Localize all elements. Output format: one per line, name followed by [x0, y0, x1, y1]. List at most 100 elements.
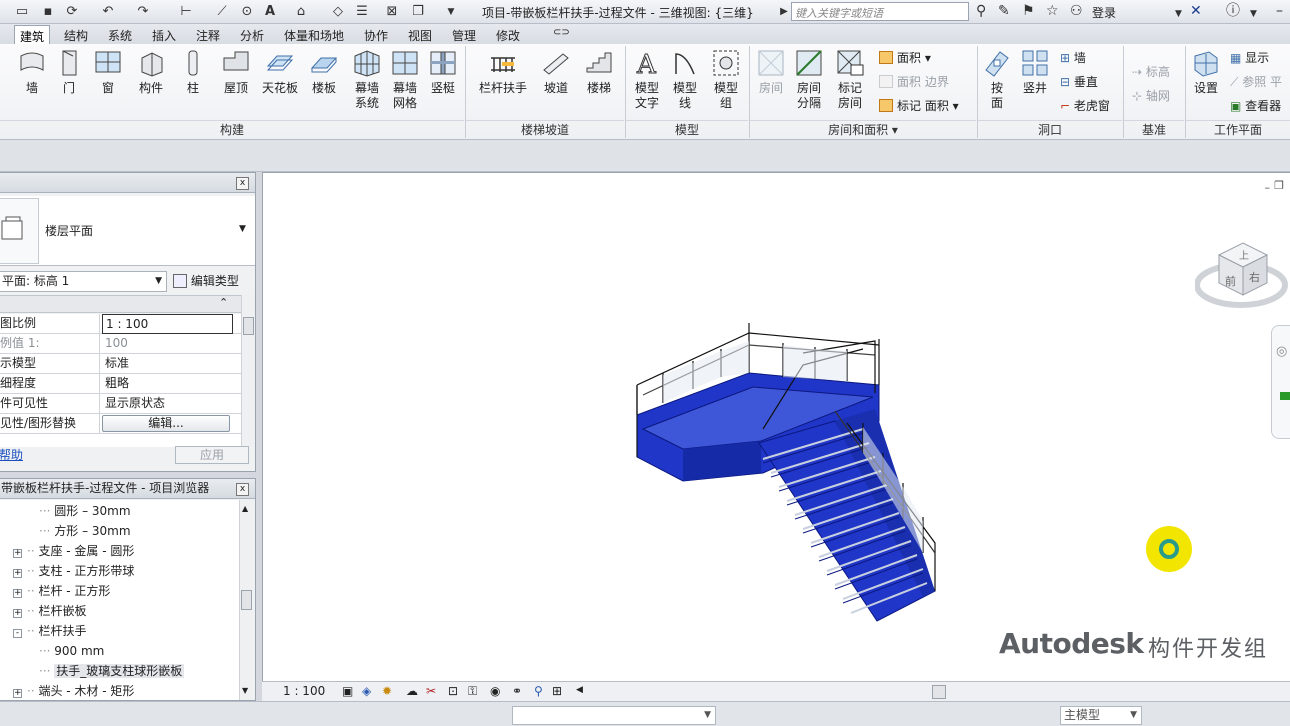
redo-icon[interactable]: ↷ — [135, 4, 151, 20]
tab-systems[interactable]: 系统 — [103, 25, 137, 44]
analytical-model-icon[interactable]: ⊞ — [552, 684, 562, 698]
tag-icon[interactable]: ⊙ — [239, 4, 255, 20]
ref-plane-button[interactable]: ⟋ 参照 平 — [1230, 74, 1282, 90]
grid-button[interactable]: ⊹ 轴网 — [1132, 88, 1170, 104]
help-link[interactable]: 帮助 — [0, 447, 23, 463]
expand-icon[interactable]: + — [13, 689, 22, 698]
zoom-icon[interactable] — [1280, 392, 1290, 400]
level-button[interactable]: ⇢ 标高 — [1132, 64, 1170, 80]
property-value[interactable]: 显示原状态 — [102, 394, 230, 414]
dimension-icon[interactable]: ⟋ — [214, 4, 230, 20]
set-workplane-button[interactable]: 设置 — [1188, 48, 1224, 96]
tree-item[interactable]: + ·· 支柱 - 正方形带球 — [13, 562, 134, 580]
view-scale-input[interactable]: 1 : 100 — [102, 314, 233, 334]
tab-manage[interactable]: 管理 — [447, 25, 481, 44]
tab-collaborate[interactable]: 协作 — [359, 25, 393, 44]
tab-structure[interactable]: 结构 — [59, 25, 93, 44]
tab-architecture[interactable]: 建筑 — [14, 25, 51, 44]
window-button[interactable]: 窗 — [92, 48, 124, 96]
ribbon-minimize-icon[interactable]: ⊂⊃ — [548, 25, 575, 44]
room-button[interactable]: 房间 — [754, 48, 788, 96]
show-workplane-button[interactable]: ▦ 显示 — [1230, 50, 1269, 66]
expand-icon[interactable]: + — [13, 569, 22, 578]
expand-icon[interactable]: + — [13, 609, 22, 618]
section-icon[interactable]: ◇ — [330, 4, 346, 20]
view-selector[interactable]: 平面: 标高 1 ▼ — [0, 271, 167, 292]
type-dropdown-icon[interactable]: ▼ — [239, 224, 246, 234]
ramp-button[interactable]: 坡道 — [538, 48, 574, 96]
detail-level-icon[interactable]: ▣ — [342, 684, 353, 698]
tree-item[interactable]: ··· 900 mm — [39, 642, 104, 660]
favorites-icon[interactable]: ☆ — [1046, 3, 1059, 19]
show-crop-icon[interactable]: ⊡ — [448, 684, 458, 698]
roof-button[interactable]: 屋顶 — [218, 48, 254, 96]
wall-button[interactable]: 墙 — [14, 48, 50, 96]
navigation-bar[interactable]: ◎ — [1271, 325, 1290, 439]
exchange-icon[interactable]: ✕ — [1190, 3, 1202, 19]
tab-massing-site[interactable]: 体量和场地 — [279, 25, 349, 44]
expand-icon[interactable]: + — [13, 549, 22, 558]
close-icon[interactable]: x — [236, 483, 249, 496]
curtain-system-button[interactable]: 幕墙系统 — [350, 48, 384, 111]
view-scale[interactable]: 1 : 100 — [283, 684, 325, 698]
tree-item[interactable]: + ·· 支座 - 金属 - 圆形 — [13, 542, 134, 560]
model-text-button[interactable]: A 模型文字 — [630, 48, 664, 111]
open-icon[interactable]: ▭ — [14, 4, 30, 20]
scroll-down-icon[interactable]: ▼ — [242, 686, 248, 695]
tag-room-button[interactable]: 标记房间 — [832, 48, 868, 111]
sync-icon[interactable]: ⟳ — [64, 4, 80, 20]
visual-style-icon[interactable]: ◈ — [362, 684, 371, 698]
tree-item[interactable]: ··· 方形 – 30mm — [39, 522, 131, 540]
collapse-icon[interactable]: - — [13, 629, 22, 638]
viewer-button[interactable]: ▣ 查看器 — [1230, 98, 1281, 114]
tab-view[interactable]: 视图 — [403, 25, 437, 44]
type-selector[interactable]: 楼层平面 ▼ — [0, 196, 255, 266]
viewcube-front[interactable]: 前 — [1225, 273, 1236, 289]
minimize-icon[interactable]: – — [1276, 3, 1283, 19]
hide-isolate-icon[interactable]: ◉ — [490, 684, 500, 698]
help-dropdown-icon[interactable]: ▼ — [1250, 6, 1257, 22]
tree-item[interactable]: + ·· 栏杆嵌板 — [13, 602, 86, 620]
column-button[interactable]: 柱 — [178, 48, 208, 96]
scroll-thumb[interactable] — [243, 317, 254, 335]
viewcube[interactable] — [1195, 233, 1289, 315]
design-option-selector[interactable]: 主模型 ▼ — [1060, 706, 1142, 725]
3d-viewport[interactable]: – ❐ 上 前 右 ◎ — [262, 172, 1290, 701]
horizontal-scroll-thumb[interactable] — [932, 685, 946, 699]
collapse-icon[interactable]: ⌃ — [219, 296, 228, 309]
dormer-opening-button[interactable]: ⌐ 老虎窗 — [1060, 98, 1110, 114]
close-icon[interactable]: x — [236, 177, 249, 190]
vertical-opening-button[interactable]: ⊟ 垂直 — [1060, 74, 1098, 90]
ceiling-button[interactable]: 天花板 — [260, 48, 300, 96]
search-input[interactable]: 键入关键字或短语 — [791, 2, 969, 21]
user-icon[interactable]: ⚇ — [1070, 3, 1083, 19]
room-separator-button[interactable]: 房间分隔 — [792, 48, 826, 111]
expand-search-icon[interactable]: ▶ — [776, 4, 792, 20]
wall-opening-button[interactable]: ⊞ 墙 — [1060, 50, 1086, 66]
shaft-button[interactable]: 竖井 — [1018, 48, 1052, 96]
vg-overrides-edit-button[interactable]: 编辑... — [102, 415, 230, 432]
tree-item[interactable]: + ·· 栏杆 - 正方形 — [13, 582, 110, 600]
stair-button[interactable]: 楼梯 — [582, 48, 616, 96]
viewcube-top[interactable]: 上 — [1239, 247, 1249, 262]
login-link[interactable]: 登录 — [1092, 4, 1116, 21]
tree-item[interactable]: - ·· 栏杆扶手 — [13, 622, 86, 640]
login-dropdown-icon[interactable]: ▼ — [1175, 6, 1182, 22]
thin-lines-icon[interactable]: ☰ — [354, 4, 370, 20]
scroll-thumb[interactable] — [241, 590, 252, 610]
switch-windows-icon[interactable]: ❐ — [410, 4, 426, 20]
model-line-button[interactable]: 模型线 — [668, 48, 702, 111]
expand-icon[interactable]: + — [13, 589, 22, 598]
property-value[interactable]: 粗略 — [102, 374, 230, 394]
subscription-icon[interactable]: ✎ — [998, 3, 1010, 19]
area-button[interactable]: 面积 ▾ — [879, 50, 931, 66]
browser-scrollbar[interactable]: ▲ ▼ — [239, 500, 253, 700]
property-value[interactable]: 标准 — [102, 354, 230, 374]
scroll-left-icon[interactable]: ◀ — [576, 685, 583, 695]
tree-item[interactable]: + ·· 端头 - 木材 - 矩形 — [13, 682, 134, 700]
save-icon[interactable]: ▪ — [40, 4, 56, 20]
component-button[interactable]: 构件 — [134, 48, 168, 96]
lock-view-icon[interactable]: ⚿ — [468, 684, 477, 699]
apply-button[interactable]: 应用 — [175, 446, 249, 464]
crop-view-icon[interactable]: ✂ — [426, 684, 436, 698]
